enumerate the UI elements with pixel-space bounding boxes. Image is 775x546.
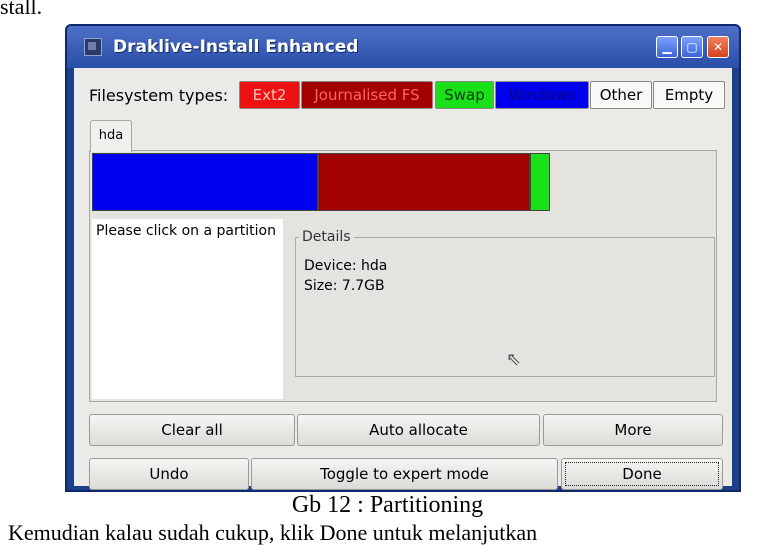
window-content: Filesystem types: Ext2 Journalised FS Sw… <box>74 68 732 490</box>
partition-swap[interactable] <box>530 153 550 211</box>
fs-type-other-button[interactable]: Other <box>590 81 652 109</box>
title-bar[interactable]: Draklive-Install Enhanced ▁ ▢ ✕ <box>67 26 739 68</box>
filesystem-types-label: Filesystem types: <box>89 86 229 105</box>
close-button[interactable]: ✕ <box>707 36 729 58</box>
minimize-icon: ▁ <box>662 40 672 54</box>
undo-button[interactable]: Undo <box>89 458 249 490</box>
fs-type-empty-button[interactable]: Empty <box>653 81 725 109</box>
partition-info-panel: Please click on a partition <box>92 219 283 399</box>
toggle-expert-mode-button[interactable]: Toggle to expert mode <box>251 458 558 490</box>
document-text-top: stall. <box>0 0 43 19</box>
clear-all-button[interactable]: Clear all <box>89 414 295 446</box>
fs-type-journalised-button[interactable]: Journalised FS <box>301 81 433 109</box>
fs-type-swap-button[interactable]: Swap <box>435 81 494 109</box>
partition-journalised[interactable] <box>318 153 530 211</box>
document-text-bottom: Kemudian kalau sudah cukup, klik Done un… <box>8 520 538 545</box>
figure-caption: Gb 12 : Partitioning <box>291 492 484 518</box>
details-device: Device: hda <box>304 258 388 274</box>
maximize-icon: ▢ <box>686 40 698 54</box>
details-legend: Details <box>299 229 354 245</box>
tab-hda[interactable]: hda <box>90 120 132 152</box>
minimize-button[interactable]: ▁ <box>656 36 678 58</box>
details-frame: Details Device: hda Size: 7.7GB <box>295 229 715 377</box>
close-icon: ✕ <box>712 40 724 54</box>
mouse-cursor-icon: ⇖ <box>506 349 522 370</box>
disk-panel: Please click on a partition Details Devi… <box>89 150 717 402</box>
more-button[interactable]: More <box>543 414 723 446</box>
details-size: Size: 7.7GB <box>304 278 385 294</box>
auto-allocate-button[interactable]: Auto allocate <box>297 414 540 446</box>
maximize-button[interactable]: ▢ <box>681 36 703 58</box>
fs-type-windows-button[interactable]: Windows <box>495 81 589 109</box>
partition-info-message: Please click on a partition <box>96 223 276 239</box>
window-title: Draklive-Install Enhanced <box>113 37 359 57</box>
fs-type-ext2-button[interactable]: Ext2 <box>239 81 300 109</box>
done-button[interactable]: Done <box>561 458 723 490</box>
details-content: Device: hda Size: 7.7GB <box>304 256 387 296</box>
app-icon <box>84 38 102 56</box>
partition-windows[interactable] <box>92 153 318 211</box>
installer-window: Draklive-Install Enhanced ▁ ▢ ✕ Filesyst… <box>65 24 741 492</box>
